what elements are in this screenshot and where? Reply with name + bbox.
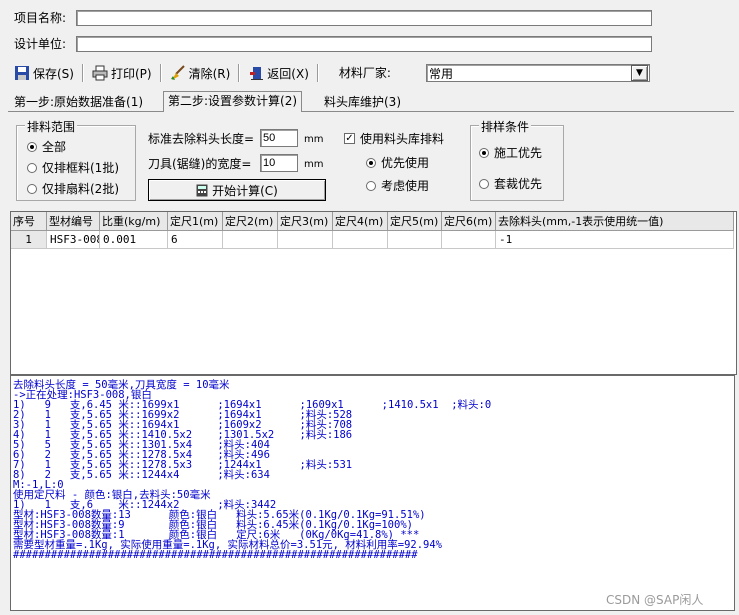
condition-option-nesting[interactable]: 套裁优先 bbox=[479, 175, 542, 192]
table-cell[interactable] bbox=[278, 231, 333, 249]
table-cell[interactable]: HSF3-008 bbox=[47, 231, 100, 249]
table-cell[interactable] bbox=[333, 231, 388, 249]
toolbar-separator bbox=[238, 64, 241, 82]
grid-header[interactable]: 比重(kg/m) bbox=[100, 212, 168, 231]
cut-length-label: 标准去除料头长度= bbox=[148, 132, 255, 146]
checkmark-icon: ✓ bbox=[344, 133, 355, 144]
material-maker-value: 常用 bbox=[429, 66, 454, 81]
table-cell[interactable] bbox=[442, 231, 496, 249]
range-group-title: 排料范围 bbox=[25, 118, 78, 135]
radio-icon bbox=[27, 162, 37, 173]
range-option-frame[interactable]: 仅排框料(1批) bbox=[27, 159, 119, 176]
range-group: 排料范围 全部 仅排框料(1批) 仅排扇料(2批) bbox=[16, 118, 136, 201]
calculator-icon bbox=[196, 184, 208, 197]
range-option-sash[interactable]: 仅排扇料(2批) bbox=[27, 180, 119, 197]
grid-header[interactable]: 定尺4(m) bbox=[333, 212, 388, 231]
profile-grid[interactable]: 序号 型材编号 比重(kg/m) 定尺1(m) 定尺2(m) 定尺3(m) 定尺… bbox=[10, 211, 737, 375]
save-button[interactable]: 保存(S) bbox=[12, 63, 76, 83]
radio-icon bbox=[27, 183, 37, 194]
grid-header[interactable]: 定尺5(m) bbox=[388, 212, 442, 231]
clear-button[interactable]: 清除(R) bbox=[168, 63, 233, 83]
broom-icon bbox=[170, 65, 186, 81]
radio-icon bbox=[479, 147, 489, 158]
grid-header[interactable]: 定尺2(m) bbox=[223, 212, 278, 231]
cut-length-input[interactable] bbox=[260, 129, 298, 147]
toolbar-separator bbox=[159, 64, 162, 82]
material-maker-select[interactable]: 常用 ▼ bbox=[426, 64, 650, 82]
table-cell[interactable] bbox=[223, 231, 278, 249]
use-scrap-library-checkbox[interactable]: ✓ 使用料头库排料 bbox=[344, 130, 444, 147]
start-calc-button[interactable]: 开始计算(C) bbox=[148, 179, 326, 201]
print-button[interactable]: 打印(P) bbox=[90, 63, 154, 83]
cut-length-unit: mm bbox=[304, 134, 324, 145]
table-cell[interactable]: 6 bbox=[168, 231, 223, 249]
tab-bar: 第一步:原始数据准备(1) 第二步:设置参数计算(2) 料头库维护(3) bbox=[8, 91, 734, 112]
tab-step1[interactable]: 第一步:原始数据准备(1) bbox=[10, 93, 147, 111]
radio-icon bbox=[366, 157, 376, 168]
table-cell[interactable]: 0.001 bbox=[100, 231, 168, 249]
printer-icon bbox=[92, 65, 108, 81]
save-icon bbox=[14, 65, 30, 81]
grid-header[interactable]: 定尺3(m) bbox=[278, 212, 333, 231]
material-maker-label: 材料厂家: bbox=[338, 66, 391, 80]
toolbar-separator bbox=[316, 64, 319, 82]
range-option-all[interactable]: 全部 bbox=[27, 138, 66, 155]
back-button[interactable]: 返回(X) bbox=[246, 63, 311, 83]
library-option-consider[interactable]: 考虑使用 bbox=[366, 177, 429, 194]
chevron-down-icon[interactable]: ▼ bbox=[631, 65, 648, 81]
grid-header[interactable]: 序号 bbox=[11, 212, 47, 231]
exit-door-icon bbox=[248, 65, 264, 81]
design-unit-input[interactable] bbox=[76, 36, 652, 52]
grid-header[interactable]: 定尺1(m) bbox=[168, 212, 223, 231]
project-name-label: 项目名称: bbox=[14, 11, 67, 25]
condition-group-title: 排样条件 bbox=[479, 118, 532, 135]
grid-header[interactable]: 型材编号 bbox=[47, 212, 100, 231]
table-cell[interactable]: -1 bbox=[496, 231, 734, 249]
blade-width-unit: mm bbox=[304, 159, 324, 170]
log-line: ########################################… bbox=[13, 549, 418, 561]
toolbar: 保存(S) 打印(P) 清除(R) 返回(X) 材料厂家: bbox=[12, 62, 391, 84]
radio-icon bbox=[27, 141, 37, 152]
tab-scrap-library[interactable]: 料头库维护(3) bbox=[320, 93, 405, 111]
condition-option-construction[interactable]: 施工优先 bbox=[479, 144, 542, 161]
design-unit-label: 设计单位: bbox=[14, 37, 67, 51]
table-cell[interactable] bbox=[388, 231, 442, 249]
toolbar-separator bbox=[81, 64, 84, 82]
watermark: CSDN @SAP闲人 bbox=[606, 593, 704, 607]
radio-icon bbox=[366, 180, 376, 191]
project-name-input[interactable] bbox=[76, 10, 652, 26]
log-line: 8) 2 支,5.65 米::1244x4 ;料头:634 bbox=[13, 469, 270, 481]
tab-step2[interactable]: 第二步:设置参数计算(2) bbox=[163, 91, 303, 112]
library-option-priority[interactable]: 优先使用 bbox=[366, 154, 429, 171]
blade-width-input[interactable] bbox=[260, 154, 298, 172]
blade-width-label: 刀具(锯缝)的宽度= bbox=[148, 157, 252, 171]
table-cell[interactable]: 1 bbox=[11, 231, 47, 249]
condition-group: 排样条件 施工优先 套裁优先 bbox=[470, 118, 564, 201]
result-log[interactable]: 去除料头长度 = 50毫米,刀具宽度 = 10毫米 ->正在处理:HSF3-00… bbox=[10, 375, 735, 611]
radio-icon bbox=[479, 178, 489, 189]
grid-header[interactable]: 去除料头(mm,-1表示使用统一值) bbox=[496, 212, 734, 231]
grid-header[interactable]: 定尺6(m) bbox=[442, 212, 496, 231]
